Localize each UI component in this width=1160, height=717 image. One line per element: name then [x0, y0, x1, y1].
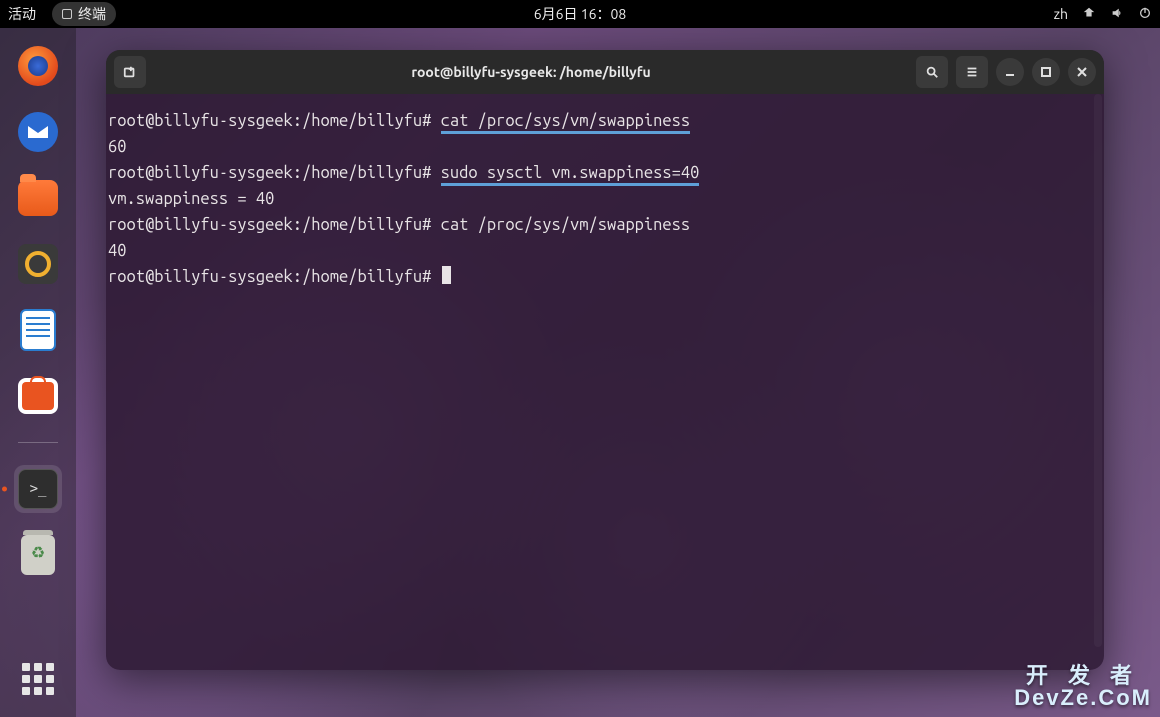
terminal-output: 40 — [106, 238, 1104, 264]
search-button[interactable] — [916, 56, 948, 88]
terminal-prompt: root@billyfu-sysgeek:/home/billyfu# — [108, 164, 441, 182]
terminal-body[interactable]: root@billyfu-sysgeek:/home/billyfu# cat … — [106, 94, 1104, 670]
terminal-output: vm.swappiness = 40 — [106, 186, 1104, 212]
dock-item-trash[interactable]: ♻ — [14, 531, 62, 579]
volume-icon[interactable] — [1110, 6, 1124, 23]
terminal-window: root@billyfu-sysgeek: /home/billyfu root… — [106, 50, 1104, 670]
activities-button[interactable]: 活动 — [8, 4, 36, 24]
app-menu-button[interactable]: 终端 — [52, 2, 116, 26]
hamburger-menu-button[interactable] — [956, 56, 988, 88]
minimize-button[interactable] — [996, 58, 1024, 86]
search-icon — [925, 65, 939, 79]
window-titlebar[interactable]: root@billyfu-sysgeek: /home/billyfu — [106, 50, 1104, 94]
trash-icon: ♻ — [21, 535, 55, 575]
minimize-icon — [1004, 66, 1016, 78]
terminal-prompt: root@billyfu-sysgeek:/home/billyfu# — [108, 112, 441, 130]
thunderbird-icon — [18, 112, 58, 152]
terminal-line: root@billyfu-sysgeek:/home/billyfu# — [106, 264, 1104, 290]
libreoffice-writer-icon — [20, 309, 56, 351]
app-menu-label: 终端 — [78, 4, 106, 24]
network-icon[interactable] — [1082, 6, 1096, 23]
dock-item-thunderbird[interactable] — [14, 108, 62, 156]
terminal-indicator-icon — [62, 9, 72, 19]
input-method-indicator[interactable]: zh — [1054, 6, 1068, 22]
maximize-icon — [1040, 66, 1052, 78]
dock-item-terminal[interactable]: >_ — [14, 465, 62, 513]
terminal-scrollbar[interactable] — [1094, 94, 1102, 647]
dock-item-firefox[interactable] — [14, 42, 62, 90]
terminal-command: cat /proc/sys/vm/swappiness — [441, 216, 690, 234]
maximize-button[interactable] — [1032, 58, 1060, 86]
terminal-line: root@billyfu-sysgeek:/home/billyfu# sudo… — [106, 160, 1104, 186]
watermark-line1: 开发者 — [1014, 665, 1152, 687]
terminal-line: root@billyfu-sysgeek:/home/billyfu# cat … — [106, 108, 1104, 134]
rhythmbox-icon — [18, 244, 58, 284]
watermark-line2: DevZe.CoM — [1014, 687, 1152, 709]
terminal-prompt: root@billyfu-sysgeek:/home/billyfu# — [108, 216, 441, 234]
new-tab-icon — [123, 65, 137, 79]
new-tab-button[interactable] — [114, 56, 146, 88]
dock-item-files[interactable] — [14, 174, 62, 222]
terminal-prompt: root@billyfu-sysgeek:/home/billyfu# — [108, 268, 441, 286]
close-icon — [1076, 66, 1088, 78]
datetime-label: 6月6日 16：08 — [534, 4, 627, 24]
dock-item-rhythmbox[interactable] — [14, 240, 62, 288]
dock-item-libreoffice-writer[interactable] — [14, 306, 62, 354]
watermark: 开发者 DevZe.CoM — [1014, 665, 1152, 709]
firefox-icon — [18, 46, 58, 86]
dock: >_ ♻ — [0, 28, 76, 717]
dock-item-ubuntu-software[interactable] — [14, 372, 62, 420]
terminal-command: sudo sysctl vm.swappiness=40 — [441, 164, 700, 186]
show-applications-button[interactable] — [0, 663, 76, 695]
menu-icon — [965, 65, 979, 79]
window-title: root@billyfu-sysgeek: /home/billyfu — [154, 64, 908, 80]
terminal-output: 60 — [106, 134, 1104, 160]
terminal-command: cat /proc/sys/vm/swappiness — [441, 112, 690, 134]
ubuntu-software-icon — [18, 378, 58, 414]
terminal-cursor — [442, 266, 451, 284]
top-panel: 活动 终端 6月6日 16：08 zh — [0, 0, 1160, 28]
power-icon[interactable] — [1138, 6, 1152, 23]
terminal-icon: >_ — [18, 469, 58, 509]
terminal-line: root@billyfu-sysgeek:/home/billyfu# cat … — [106, 212, 1104, 238]
dock-separator — [18, 442, 58, 443]
apps-grid-icon — [22, 663, 54, 695]
clock[interactable]: 6月6日 16：08 — [534, 4, 627, 24]
close-button[interactable] — [1068, 58, 1096, 86]
files-icon — [18, 180, 58, 216]
